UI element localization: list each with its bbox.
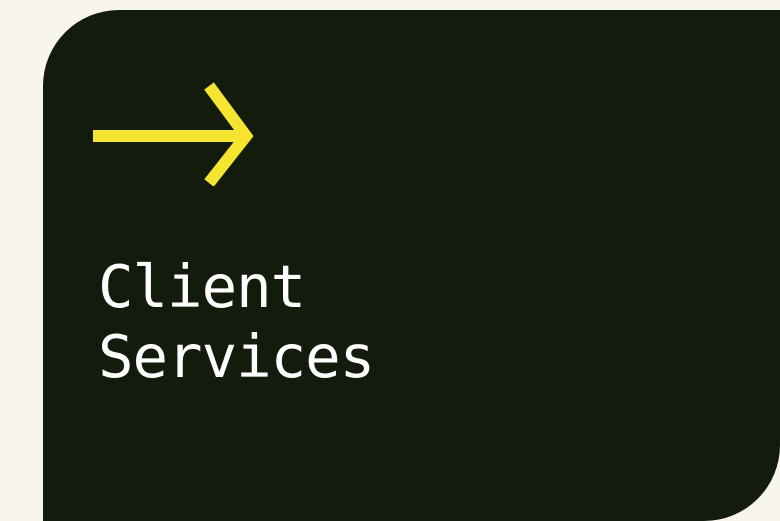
card-title: Client Services bbox=[98, 252, 375, 392]
arrow-right-icon bbox=[93, 82, 254, 186]
page: Client Services bbox=[0, 0, 780, 521]
card-title-line-1: Client bbox=[98, 252, 306, 321]
card-title-line-2: Services bbox=[98, 322, 375, 391]
client-services-card[interactable]: Client Services bbox=[43, 10, 780, 521]
